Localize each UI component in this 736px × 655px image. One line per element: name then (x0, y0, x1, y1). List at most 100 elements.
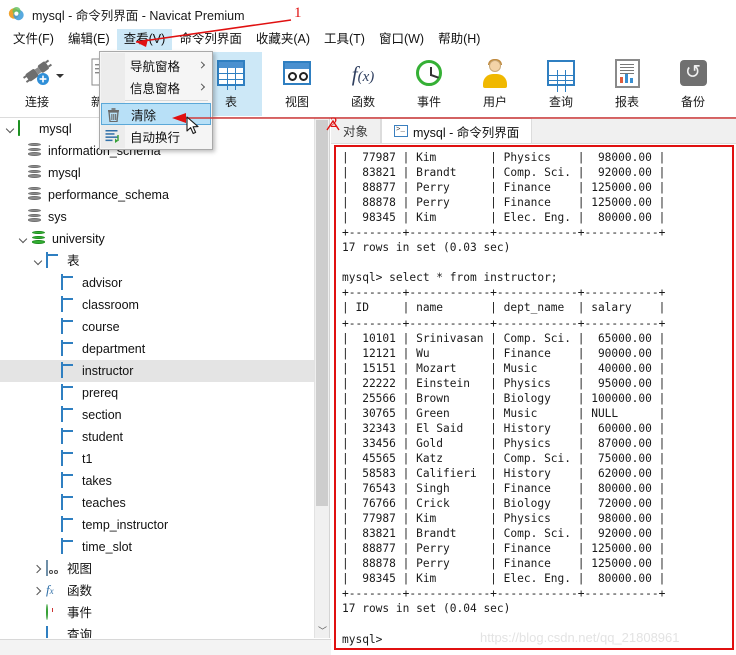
annotation-marker-1: 1 (294, 5, 302, 21)
sidebar-item-temp-instructor[interactable]: temp_instructor (0, 514, 329, 536)
toolbar-label-event: 事件 (416, 95, 441, 109)
sidebar-item-t1[interactable]: t1 (0, 448, 329, 470)
menu-help[interactable]: 帮助(H) (431, 29, 487, 50)
menu-item-info-pane[interactable]: 信息窗格 (100, 76, 212, 98)
chevron-down-icon[interactable] (32, 255, 45, 268)
sidebar-item-student[interactable]: student (0, 426, 329, 448)
sidebar-label: course (82, 320, 120, 334)
toolbar-button-query[interactable]: 查询 (530, 52, 592, 116)
sidebar-label: 函数 (67, 584, 93, 598)
toolbar-label-backup: 备份 (680, 95, 705, 109)
menu-window[interactable]: 窗口(W) (372, 29, 431, 50)
sidebar-label: advisor (82, 276, 123, 290)
sidebar-item-events[interactable]: 事件 (0, 602, 329, 624)
sidebar-label: temp_instructor (82, 518, 169, 532)
connection-dropdown-caret-icon[interactable] (56, 74, 64, 78)
toolbar-button-function[interactable]: f(x) 函数 (332, 52, 394, 116)
tab-command-line-label: mysql - 命令列界面 (413, 125, 520, 140)
menu-item-label: 导航窗格 (130, 59, 181, 74)
toolbar-button-connection[interactable]: 连接 (6, 52, 68, 116)
table-icon (60, 274, 77, 291)
user-icon (478, 56, 512, 90)
event-clock-icon (45, 604, 62, 621)
mysql-connection-icon (17, 120, 34, 137)
sidebar-item-course[interactable]: course (0, 316, 329, 338)
table-folder-icon (45, 252, 62, 269)
scroll-down-icon[interactable]: ﹀ (315, 622, 329, 638)
toolbar-label-connection: 连接 (24, 95, 49, 109)
menu-item-label: 自动换行 (130, 130, 181, 145)
menu-view[interactable]: 查看(V) (116, 28, 173, 50)
table-icon (60, 296, 77, 313)
chevron-right-icon[interactable] (32, 563, 45, 576)
table-icon (60, 450, 77, 467)
sidebar-item-department[interactable]: department (0, 338, 329, 360)
sidebar-label: instructor (82, 364, 134, 378)
view-icon (280, 56, 314, 90)
sidebar-label: 事件 (67, 606, 93, 620)
toolbar-button-view[interactable]: 视图 (266, 52, 328, 116)
sidebar-item-tables-folder[interactable]: 表 (0, 250, 329, 272)
toolbar-button-backup[interactable]: 备份 (662, 52, 724, 116)
chevron-right-icon[interactable] (32, 585, 45, 598)
chevron-down-icon[interactable] (17, 233, 30, 246)
menu-file[interactable]: 文件(F) (6, 29, 61, 50)
annotation-marker-2: 2 (330, 115, 338, 131)
toolbar-button-event[interactable]: 事件 (398, 52, 460, 116)
menu-item-navigation-pane[interactable]: 导航窗格 (100, 54, 212, 76)
chevron-down-icon[interactable] (4, 123, 17, 136)
menu-tools[interactable]: 工具(T) (317, 29, 372, 50)
sidebar-item-section[interactable]: section (0, 404, 329, 426)
sidebar-item-time-slot[interactable]: time_slot (0, 536, 329, 558)
backup-icon (676, 56, 710, 90)
sidebar-item-prereq[interactable]: prereq (0, 382, 329, 404)
command-line-console[interactable]: | 77987 | Kim | Physics | 98000.00 | | 8… (334, 145, 734, 650)
sidebar-item-takes[interactable]: takes (0, 470, 329, 492)
sidebar-item-advisor[interactable]: advisor (0, 272, 329, 294)
window-title: mysql - 命令列界面 - Navicat Premium (32, 8, 245, 23)
sidebar-item-mysql-db[interactable]: mysql (0, 162, 329, 184)
tab-objects[interactable]: 对象 (331, 118, 382, 143)
sidebar-item-queries[interactable]: 查询 (0, 624, 329, 638)
sidebar-item-performance-schema[interactable]: performance_schema (0, 184, 329, 206)
sidebar-item-university[interactable]: university (0, 228, 329, 250)
table-icon (60, 428, 77, 445)
trash-icon (107, 108, 120, 123)
toolbar-button-user[interactable]: 用户 (464, 52, 526, 116)
sidebar-scrollbar[interactable]: ﹀ (314, 118, 329, 638)
sidebar-item-views[interactable]: 视图 (0, 558, 329, 580)
menu-item-label: 信息窗格 (130, 81, 181, 96)
toolbar-button-report[interactable]: 报表 (596, 52, 658, 116)
console-output: | 77987 | Kim | Physics | 98000.00 | | 8… (342, 151, 666, 646)
toolbar-label-table: 表 (224, 95, 237, 109)
menu-edit[interactable]: 编辑(E) (61, 29, 117, 50)
sidebar-label: teaches (82, 496, 126, 510)
table-icon (60, 406, 77, 423)
right-pane: 对象 mysql - 命令列界面 | 77987 | Kim | Physics… (331, 118, 736, 655)
sidebar-item-functions[interactable]: fx 函数 (0, 580, 329, 602)
sidebar-label: mysql (39, 122, 72, 136)
object-tree-sidebar[interactable]: mysql information_schema mysql performan… (0, 118, 330, 638)
sidebar-label: classroom (82, 298, 139, 312)
table-icon (60, 340, 77, 357)
chevron-right-icon (197, 61, 206, 69)
menu-item-label: 清除 (131, 108, 157, 123)
sidebar-label: time_slot (82, 540, 133, 554)
menu-favorites[interactable]: 收藏夹(A) (249, 29, 317, 50)
query-icon (45, 626, 62, 638)
toolbar-label-report: 报表 (614, 95, 639, 109)
function-fx-icon: fx (46, 582, 54, 597)
sidebar-label: 表 (67, 254, 80, 268)
sidebar-item-sys[interactable]: sys (0, 206, 329, 228)
database-open-icon (30, 231, 47, 247)
tab-command-line[interactable]: mysql - 命令列界面 (381, 118, 533, 143)
menu-command-line[interactable]: 命令列界面 (172, 29, 249, 50)
table-icon (60, 472, 77, 489)
toolbar-label-query: 查询 (548, 95, 573, 109)
sidebar-item-instructor[interactable]: instructor (0, 360, 329, 382)
sidebar-item-classroom[interactable]: classroom (0, 294, 329, 316)
sidebar-scrollbar-thumb[interactable] (316, 120, 328, 506)
sidebar-label: takes (82, 474, 112, 488)
sidebar-item-teaches[interactable]: teaches (0, 492, 329, 514)
sidebar-label: sys (48, 210, 67, 224)
